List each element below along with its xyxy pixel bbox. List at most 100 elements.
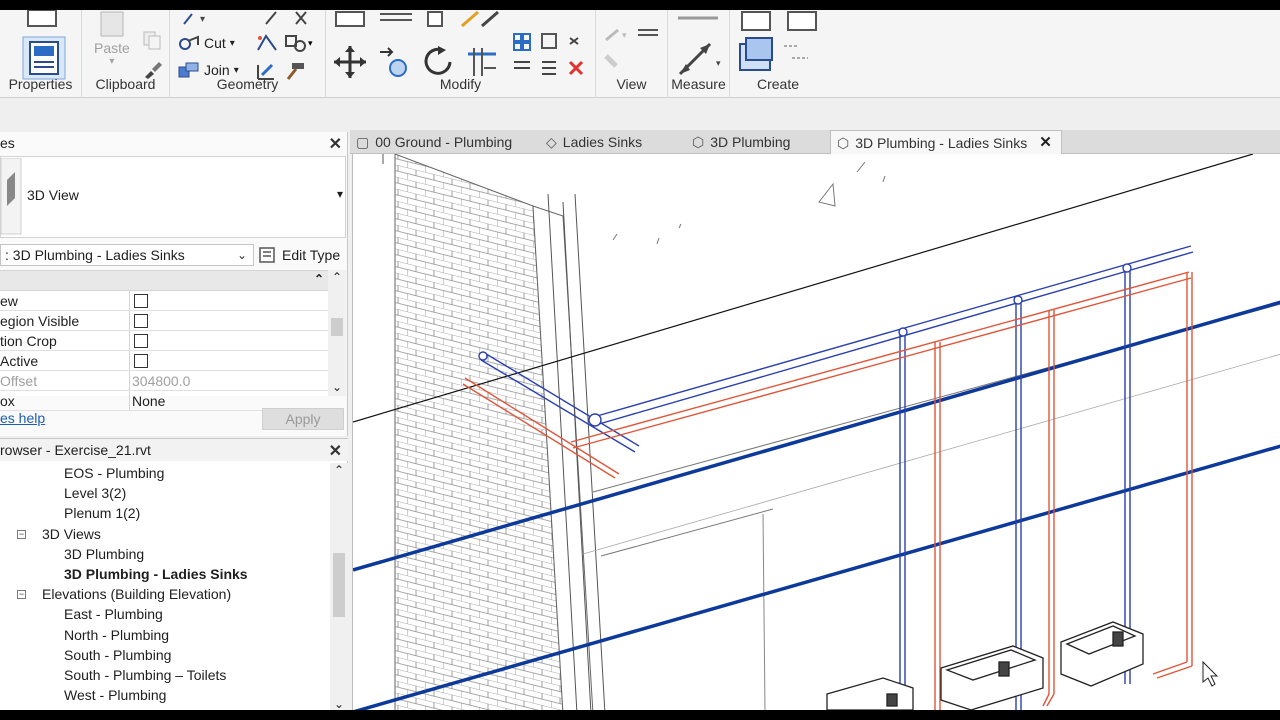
align-icon: [335, 10, 499, 28]
tab-label: Ladies Sinks: [562, 134, 643, 150]
ribbon-panel-measure: ▾ Measure: [668, 10, 730, 98]
close-icon[interactable]: ✕: [329, 134, 342, 156]
property-row: Active: [0, 351, 328, 371]
tree-item[interactable]: 3D Views: [42, 524, 101, 544]
mouse-cursor-icon: [1202, 660, 1219, 687]
property-value[interactable]: 304800.0: [130, 371, 328, 390]
property-name: Offset: [0, 371, 130, 390]
ribbon-panel-create: Create: [730, 10, 826, 98]
close-icon[interactable]: ✕: [1039, 131, 1052, 155]
brick-wall[interactable]: [382, 153, 606, 710]
property-checkbox[interactable]: [134, 293, 148, 308]
trim-extend-button[interactable]: [464, 44, 500, 80]
revit-window: Properties Paste ▾ Clipboard Cut ▾ Join …: [0, 10, 1280, 710]
properties-button[interactable]: [22, 36, 66, 80]
split-face-icon: [257, 34, 277, 51]
tree-item[interactable]: Plenum 1(2): [64, 503, 140, 523]
properties-header: es ✕: [0, 132, 348, 154]
geometry-tool-1[interactable]: [256, 34, 278, 52]
measure-button[interactable]: ▾: [672, 14, 728, 84]
copy-element-button[interactable]: [376, 46, 410, 80]
edit-type-button[interactable]: Edit Type: [258, 244, 340, 266]
tree-item[interactable]: East - Plumbing: [64, 604, 163, 624]
tree-item[interactable]: EOS - Plumbing: [64, 463, 164, 483]
scroll-thumb[interactable]: [331, 318, 343, 336]
3d-viewport[interactable]: [352, 153, 1280, 710]
property-row: ew: [0, 291, 328, 311]
geometry-top-tool[interactable]: ▾: [180, 10, 320, 26]
annotation-marks: [612, 161, 886, 245]
properties-group-header[interactable]: ⌃: [0, 271, 328, 291]
tree-item[interactable]: Sections (Building Section): [42, 705, 209, 710]
scroll-up-icon[interactable]: ⌃: [334, 463, 344, 477]
paste-icon: [100, 11, 124, 37]
rotate-button[interactable]: [420, 44, 456, 80]
join-dropdown-icon: ▾: [233, 64, 239, 76]
scroll-down-icon[interactable]: ⌄: [334, 697, 344, 710]
sinks[interactable]: [826, 621, 1144, 710]
3d-view-icon: ⬡: [692, 134, 705, 150]
type-selector[interactable]: 3D View ▾: [0, 156, 346, 238]
tab-label: 3D Plumbing: [710, 134, 791, 150]
tree-collapse-icon[interactable]: −: [17, 590, 26, 600]
property-checkbox[interactable]: [134, 333, 148, 348]
property-name: egion Visible: [0, 311, 130, 330]
modify-small-tools[interactable]: [512, 32, 592, 82]
tree-item[interactable]: Elevations (Building Elevation): [42, 584, 231, 604]
plumbing-model-canvas[interactable]: [352, 153, 1280, 710]
geometry-tool-2[interactable]: ▾: [284, 34, 314, 52]
tab-view[interactable]: ▢ 00 Ground - Plumbing: [350, 130, 532, 154]
paste-label: Paste: [94, 40, 130, 56]
scroll-down-icon[interactable]: ⌄: [332, 380, 342, 394]
paste-button[interactable]: Paste ▾: [94, 10, 130, 67]
ribbon-top-icon[interactable]: [22, 10, 62, 28]
tree-item[interactable]: South - Plumbing – Toilets: [64, 665, 226, 685]
geometry-panel-label: Geometry: [216, 76, 279, 92]
browser-scrollbar[interactable]: ⌃ ⌄: [330, 463, 348, 710]
properties-scrollbar[interactable]: ⌃ ⌄: [328, 270, 346, 396]
property-checkbox[interactable]: [134, 313, 148, 328]
scroll-thumb[interactable]: [333, 553, 345, 617]
collapse-icon: ⌃: [313, 272, 324, 286]
tree-item[interactable]: 3D Plumbing: [64, 544, 144, 564]
align-button[interactable]: [332, 10, 512, 30]
group-icon: [739, 11, 817, 71]
ribbon-panel-clipboard: Paste ▾ Clipboard: [82, 10, 170, 98]
tab-view[interactable]: ⬡ 3D Plumbing - Ladies Sinks ✕: [830, 130, 1062, 154]
tree-collapse-icon[interactable]: −: [17, 529, 26, 539]
tree-item-selected[interactable]: 3D Plumbing - Ladies Sinks: [64, 564, 248, 584]
tree-item[interactable]: North - Plumbing: [64, 625, 169, 645]
tab-label: 00 Ground - Plumbing: [375, 134, 513, 150]
create-group-button[interactable]: [738, 10, 818, 84]
close-icon[interactable]: ✕: [329, 441, 342, 463]
properties-footer: es help Apply: [0, 404, 346, 434]
scroll-up-icon[interactable]: ⌃: [332, 270, 342, 284]
apply-button[interactable]: Apply: [262, 408, 344, 430]
connect-icon: ▾: [285, 35, 313, 52]
tab-view[interactable]: ⬡ 3D Plumbing: [686, 130, 822, 154]
cut-button[interactable]: Cut ▾: [178, 34, 235, 52]
property-row: tion Crop: [0, 331, 328, 351]
type-dropdown-icon[interactable]: ▾: [337, 187, 343, 201]
clipboard-panel-label: Clipboard: [95, 76, 156, 92]
property-value: [130, 351, 328, 370]
properties-help-link[interactable]: es help: [0, 410, 45, 426]
edit-type-label: Edit Type: [282, 247, 341, 263]
ribbon: Properties Paste ▾ Clipboard Cut ▾ Join …: [0, 10, 1280, 98]
svg-text:▾: ▾: [716, 59, 721, 69]
tree-item[interactable]: West - Plumbing: [64, 685, 166, 705]
edit-type-icon: [259, 247, 275, 263]
copy-button[interactable]: [142, 30, 162, 50]
project-browser-title: rowser - Exercise_21.rvt: [0, 442, 151, 458]
tree-item[interactable]: South - Plumbing: [64, 645, 171, 665]
property-checkbox[interactable]: [134, 353, 148, 368]
move-button[interactable]: [332, 44, 368, 80]
svg-text:▾: ▾: [622, 31, 627, 41]
tree-item[interactable]: Level 3(2): [64, 483, 126, 503]
instance-selector[interactable]: : 3D Plumbing - Ladies Sinks ⌄: [0, 244, 254, 266]
instance-row: : 3D Plumbing - Ladies Sinks ⌄ Edit Type: [0, 242, 346, 268]
tab-view[interactable]: ◇ Ladies Sinks: [540, 130, 680, 154]
view-tools[interactable]: ▾: [602, 26, 662, 76]
floor-plan-icon: ▢: [356, 134, 370, 150]
property-name: Active: [0, 351, 130, 370]
